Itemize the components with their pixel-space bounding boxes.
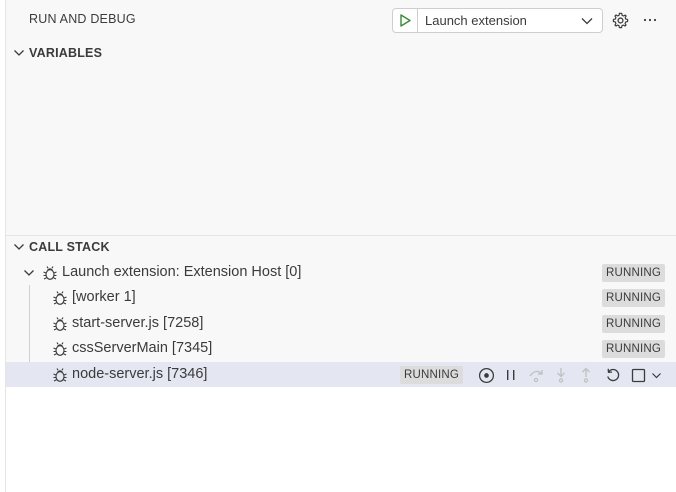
- call-stack-section-header[interactable]: CALL STACK: [6, 236, 676, 258]
- debug-bug-icon: [53, 368, 67, 382]
- focus-session-icon: [478, 367, 494, 383]
- step-over-icon: [529, 370, 543, 383]
- status-badge: RUNNING: [602, 264, 666, 282]
- chevron-down-icon: [581, 18, 593, 25]
- thread-row[interactable]: cssServerMain [7345] RUNNING: [6, 336, 676, 361]
- thread-row[interactable]: start-server.js [7258] RUNNING: [6, 311, 676, 336]
- start-debugging-button[interactable]: [393, 9, 418, 32]
- debug-bug-icon: [43, 266, 57, 280]
- thread-label: cssServerMain [7345]: [72, 340, 213, 356]
- open-launch-json-button[interactable]: [610, 10, 630, 30]
- focus-session-button[interactable]: [477, 366, 495, 384]
- launch-config-label: Launch extension: [425, 13, 527, 28]
- stop-icon: [631, 368, 645, 382]
- restart-button[interactable]: [604, 366, 622, 384]
- step-into-icon: [557, 368, 565, 383]
- more-actions-button[interactable]: [640, 10, 660, 30]
- debug-bug-icon: [53, 342, 67, 356]
- play-icon: [400, 14, 411, 27]
- thread-label: node-server.js [7346]: [72, 366, 208, 382]
- debug-bug-icon: [53, 317, 67, 331]
- chevron-down-icon: [14, 244, 24, 250]
- session-label: Launch extension: Extension Host [0]: [62, 264, 302, 280]
- variables-section-title: VARIABLES: [29, 46, 103, 60]
- thread-row[interactable]: [worker 1] RUNNING: [6, 285, 676, 310]
- debug-session-row[interactable]: Launch extension: Extension Host [0] RUN…: [6, 260, 676, 285]
- thread-label: [worker 1]: [72, 289, 136, 305]
- view-title: RUN AND DEBUG: [29, 12, 136, 26]
- call-stack-section-title: CALL STACK: [29, 240, 110, 254]
- chevron-down-icon[interactable]: [22, 266, 36, 280]
- chevron-down-icon: [651, 372, 661, 378]
- pause-button[interactable]: [502, 366, 520, 384]
- stop-dropdown-button[interactable]: [649, 366, 663, 384]
- run-and-debug-pane: RUN AND DEBUG Launch extension VARIABLES…: [5, 0, 676, 492]
- step-out-button[interactable]: [577, 366, 595, 384]
- launch-config-select[interactable]: Launch extension: [392, 8, 603, 33]
- call-stack-empty-area: [6, 387, 676, 492]
- more-icon: [643, 18, 657, 22]
- stop-button[interactable]: [629, 366, 647, 384]
- variables-section-header[interactable]: VARIABLES: [6, 42, 676, 64]
- step-into-button[interactable]: [552, 366, 570, 384]
- status-badge: RUNNING: [400, 366, 464, 384]
- chevron-down-icon: [14, 50, 24, 56]
- thread-row-selected[interactable]: node-server.js [7346] RUNNING: [6, 362, 676, 387]
- step-out-icon: [582, 367, 590, 383]
- status-badge: RUNNING: [602, 340, 666, 358]
- thread-label: start-server.js [7258]: [72, 315, 204, 331]
- run-debug-header: RUN AND DEBUG Launch extension: [6, 0, 676, 40]
- gear-icon: [612, 12, 628, 28]
- debug-bug-icon: [53, 291, 67, 305]
- step-over-button[interactable]: [527, 366, 545, 384]
- restart-icon: [607, 368, 620, 382]
- variables-panel: [6, 64, 676, 235]
- status-badge: RUNNING: [602, 315, 666, 333]
- status-badge: RUNNING: [602, 289, 666, 307]
- pause-icon: [507, 370, 515, 380]
